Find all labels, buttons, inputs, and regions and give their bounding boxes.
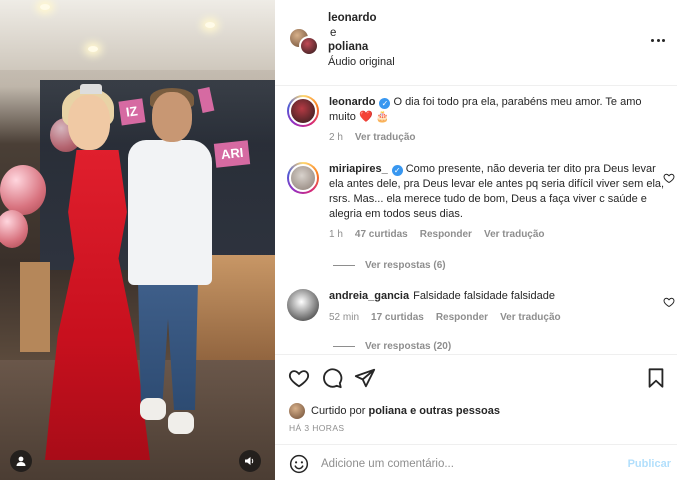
ceiling-light [88,46,98,52]
collab-conjunction: e [330,26,337,39]
publish-button[interactable]: Publicar [628,458,671,470]
comment-input[interactable] [321,453,611,475]
comment-time[interactable]: 52 min [329,310,359,325]
liked-by-user[interactable]: poliana [368,405,407,417]
collab-avatars[interactable] [289,28,319,58]
comment-text: Falsidade falsidade falsidade [413,290,555,302]
user-tag-button[interactable] [10,450,32,472]
view-replies-label: Ver respostas (6) [365,260,446,271]
woman-face [68,95,110,150]
bookmark-icon[interactable] [645,367,667,389]
emoji-icon[interactable] [289,454,309,474]
speaker-icon [245,457,254,465]
banner-pink: ARI [213,140,251,168]
avatar[interactable] [289,403,305,419]
comment-meta: 2 h Ver tradução [329,130,667,145]
view-replies-button[interactable]: Ver respostas (20) [333,341,451,352]
send-icon[interactable] [354,367,376,389]
comment-meta: 1 h 47 curtidas Responder Ver tradução [329,227,667,242]
tiara [80,84,102,94]
translate-button[interactable]: Ver tradução [500,310,561,325]
balloon [0,210,28,248]
post-actions: Curtido por poliana e outras pessoas HÁ … [275,354,677,444]
avatar[interactable] [287,162,319,194]
add-comment-bar: Publicar [275,444,677,480]
man-face [152,92,192,142]
collaborator-username[interactable]: poliana [328,40,395,55]
replies-divider [333,265,355,266]
avatar[interactable] [287,289,319,321]
comment-body: miriapires_ ✓ Como presente, não deveria t… [329,162,667,242]
reply-button[interactable]: Responder [420,227,472,242]
sneaker [168,412,194,434]
replies-divider [333,346,355,347]
balloon [0,165,46,215]
white-shirt [128,140,212,285]
liked-by-prefix: Curtido por [311,405,366,417]
comment-text: O dia foi todo pra ela, parabéns meu amo… [329,96,642,123]
post-header: leonardo e poliana Áudio original [275,0,677,86]
view-replies-button[interactable]: Ver respostas (6) [333,260,446,271]
more-options-button[interactable] [647,30,669,46]
sneaker [140,398,166,420]
avatar-image [289,97,317,125]
post-sidebar: leonardo e poliana Áudio original leonar… [275,0,677,480]
reply-button[interactable]: Responder [436,310,488,325]
comment-time[interactable]: 2 h [329,130,343,145]
avatar-image [289,164,317,192]
ceiling-light [205,22,215,28]
user-tag-icon [16,456,26,466]
banner-pink: IZ [118,98,146,126]
author-username[interactable]: leonardo [328,11,395,26]
comment-body: andreia_gancia Falsidade falsidade falsid… [329,289,667,325]
verified-badge-icon: ✓ [379,98,391,109]
liked-by: Curtido por poliana e outras pessoas [289,403,500,419]
comment-likes[interactable]: 47 curtidas [355,227,408,242]
verified-badge-icon: ✓ [391,165,403,176]
side-table [20,262,50,352]
comment-body: leonardo ✓ O dia foi todo pra ela, parabén… [329,95,667,145]
comment-icon[interactable] [321,367,343,389]
liked-by-others[interactable]: e outras pessoas [410,405,500,417]
comment-username[interactable]: leonardo [329,96,375,108]
avatar [299,36,319,56]
comment-username[interactable]: miriapires_ [329,163,388,175]
post-media[interactable]: IZ ARI [0,0,275,480]
translate-button[interactable]: Ver tradução [355,130,416,145]
ceiling [0,0,275,70]
comments-list[interactable]: leonardo ✓ O dia foi todo pra ela, parabén… [275,86,677,354]
ceiling-light [40,4,50,10]
audio-label[interactable]: Áudio original [328,55,395,70]
avatar-image [287,289,319,321]
audio-toggle-button[interactable] [239,450,261,472]
comment-likes[interactable]: 17 curtidas [371,310,424,325]
avatar[interactable] [287,95,319,127]
comment-username[interactable]: andreia_gancia [329,290,409,302]
heart-icon[interactable] [288,367,310,389]
header-names: leonardo e poliana Áudio original [328,11,395,69]
translate-button[interactable]: Ver tradução [484,227,545,242]
more-horizontal-icon [650,29,666,47]
like-comment-icon[interactable] [663,172,675,184]
comment-time[interactable]: 1 h [329,227,343,242]
comment-meta: 52 min 17 curtidas Responder Ver traduçã… [329,310,667,325]
like-comment-icon[interactable] [663,296,675,308]
view-replies-label: Ver respostas (20) [365,341,452,352]
post-timestamp[interactable]: HÁ 3 HORAS [289,423,345,433]
